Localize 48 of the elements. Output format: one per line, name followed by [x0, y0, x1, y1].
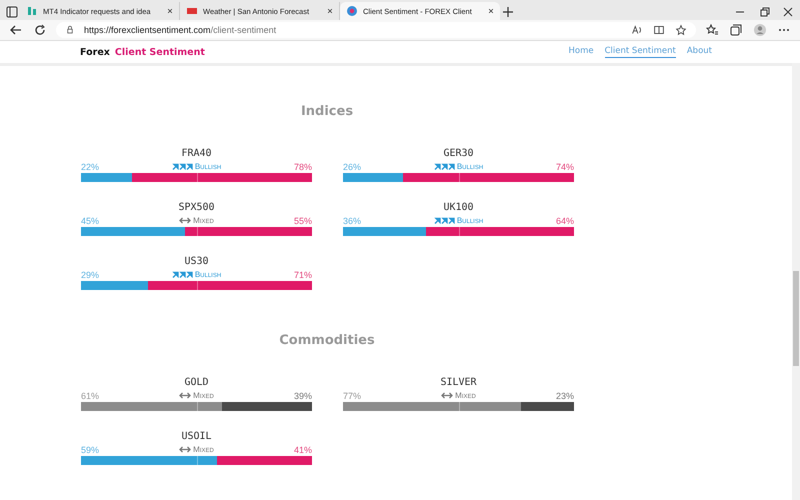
reader-view-icon[interactable]: [652, 23, 666, 37]
sentiment-label: Bullish: [194, 162, 222, 171]
instrument-symbol: UK100: [442, 202, 475, 214]
short-percentage: 78%: [294, 162, 312, 172]
long-percentage: 59%: [81, 444, 100, 454]
short-percentage: 64%: [556, 216, 574, 226]
instrument-symbol: GOLD: [183, 377, 210, 389]
close-icon[interactable]: [165, 6, 175, 16]
close-icon[interactable]: [486, 6, 496, 16]
long-percentage: 36%: [343, 216, 362, 226]
long-percentage: 77%: [343, 390, 362, 400]
short-percentage: 71%: [294, 270, 312, 280]
sentiment-label: Bullish: [194, 270, 222, 279]
new-tab-icon[interactable]: [500, 4, 516, 20]
tab-favicon-icon: [344, 3, 360, 19]
sentiment-label: Bullish: [456, 162, 484, 171]
short-percentage: 74%: [556, 162, 574, 172]
instrument-symbol: SPX500: [177, 202, 216, 214]
short-percentage: 41%: [294, 444, 312, 454]
short-percentage: 39%: [294, 390, 312, 400]
long-percentage: 29%: [81, 270, 100, 280]
sentiment-label: Mixed: [455, 391, 476, 400]
section-heading: Commodities: [278, 333, 376, 350]
instrument-symbol: FRA40: [180, 148, 213, 160]
brand-name: Forex: [80, 46, 110, 58]
short-percentage: 23%: [556, 390, 574, 400]
sentiment-label: Bullish: [456, 216, 484, 225]
long-percentage: 61%: [81, 390, 100, 400]
section-heading: Indices: [300, 104, 354, 121]
instrument-symbol: GER30: [442, 148, 475, 160]
url-text: https://forexclientsentiment.com/client-sentiment: [84, 25, 276, 35]
long-percentage: 45%: [81, 216, 100, 226]
sentiment-label: Mixed: [193, 216, 214, 225]
sentiment-label: Mixed: [193, 445, 214, 454]
short-percentage: 55%: [294, 216, 312, 226]
close-icon[interactable]: [325, 6, 335, 16]
address-bar[interactable]: https://forexclientsentiment.com/client-sentiment: [56, 22, 696, 38]
instrument-symbol: USOIL: [180, 431, 213, 443]
long-percentage: 26%: [343, 162, 362, 172]
instrument-symbol: SILVER: [439, 377, 478, 389]
instrument-symbol: US30: [183, 256, 210, 268]
long-percentage: 22%: [81, 162, 100, 172]
star-icon[interactable]: [674, 23, 688, 37]
scrollbar-thumb[interactable]: [793, 271, 799, 366]
brand-subtitle: Client Sentiment: [114, 46, 205, 58]
sentiment-label: Mixed: [193, 391, 214, 400]
collections-icon[interactable]: [728, 22, 744, 38]
tab-actions-icon[interactable]: [4, 4, 20, 20]
